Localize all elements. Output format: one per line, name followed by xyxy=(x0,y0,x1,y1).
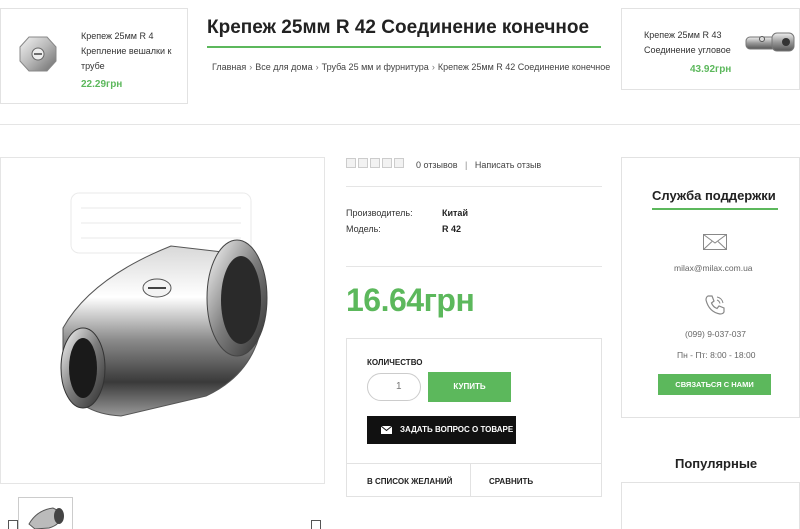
support-title-underline xyxy=(652,208,778,210)
gallery-next-checkbox[interactable] xyxy=(311,520,321,529)
support-email[interactable]: milax@milax.com.ua xyxy=(674,263,753,273)
breadcrumb-home[interactable]: Главная xyxy=(212,62,246,72)
prev-product-image[interactable] xyxy=(17,33,59,75)
product-image-box[interactable] xyxy=(0,157,325,484)
breadcrumb-pipe-25mm[interactable]: Труба 25 мм и фурнитура xyxy=(322,62,429,72)
support-title: Служба поддержки xyxy=(652,188,776,203)
model-label: Модель: xyxy=(346,224,381,234)
next-product-image[interactable] xyxy=(744,29,798,57)
purchase-box: КОЛИЧЕСТВО 1 КУПИТЬ ЗАДАТЬ ВОПРОС О ТОВА… xyxy=(346,338,602,497)
product-main-image[interactable] xyxy=(1,158,324,483)
ask-question-button[interactable]: ЗАДАТЬ ВОПРОС О ТОВАРЕ xyxy=(367,416,516,444)
prev-product-card[interactable]: Крепеж 25мм R 4 Крепление вешалки к труб… xyxy=(0,8,188,104)
quantity-input[interactable]: 1 xyxy=(367,373,421,401)
header-divider xyxy=(0,124,800,125)
support-hours: Пн - Пт: 8:00 - 18:00 xyxy=(677,350,756,360)
next-product-card[interactable]: Крепеж 25мм R 43 Соединение угловое 43.9… xyxy=(621,8,800,90)
product-thumbnail[interactable] xyxy=(18,497,73,529)
star-icon xyxy=(370,158,380,168)
reviews-count-link[interactable]: 0 отзывов xyxy=(416,160,458,170)
support-card: Служба поддержки milax@milax.com.ua (099… xyxy=(621,157,800,418)
buy-button[interactable]: КУПИТЬ xyxy=(428,372,511,402)
envelope-icon xyxy=(381,426,392,434)
popular-title: Популярные xyxy=(675,456,758,471)
breadcrumb-all-for-home[interactable]: Все для дома xyxy=(255,62,312,72)
next-product-price: 43.92грн xyxy=(690,64,732,75)
next-product-name[interactable]: Крепеж 25мм R 43 Соединение угловое xyxy=(644,28,731,58)
contact-us-button[interactable]: СВЯЗАТЬСЯ С НАМИ xyxy=(658,374,771,395)
mail-icon xyxy=(703,234,727,250)
product-price: 16.64грн xyxy=(346,282,475,318)
manufacturer-label: Производитель: xyxy=(346,208,413,218)
quantity-label: КОЛИЧЕСТВО xyxy=(367,358,423,367)
rating-stars xyxy=(346,158,404,168)
popular-card xyxy=(621,482,800,529)
ask-question-label: ЗАДАТЬ ВОПРОС О ТОВАРЕ xyxy=(400,425,514,434)
compare-link[interactable]: СРАВНИТЬ xyxy=(489,477,533,486)
prev-product-price: 22.29грн xyxy=(81,79,123,90)
star-icon xyxy=(394,158,404,168)
divider xyxy=(470,463,471,497)
prev-product-name[interactable]: Крепеж 25мм R 4 Крепление вешалки к труб… xyxy=(81,29,171,74)
star-icon xyxy=(382,158,392,168)
write-review-link[interactable]: Написать отзыв xyxy=(475,160,541,170)
page-title: Крепеж 25мм R 42 Соединение конечное xyxy=(207,17,590,38)
divider xyxy=(346,266,602,267)
thumbnail-image[interactable] xyxy=(19,498,72,529)
manufacturer-value[interactable]: Китай xyxy=(442,208,468,218)
gallery-prev-checkbox[interactable] xyxy=(8,520,18,529)
title-underline xyxy=(207,46,601,48)
divider xyxy=(346,186,602,187)
phone-icon xyxy=(705,295,725,315)
divider xyxy=(347,463,601,464)
reviews-row: 0 отзывов | Написать отзыв xyxy=(416,160,542,170)
add-to-wishlist-link[interactable]: В СПИСОК ЖЕЛАНИЙ xyxy=(367,477,452,486)
model-value: R 42 xyxy=(442,224,462,234)
breadcrumb: Главная › Все для дома › Труба 25 мм и фурни… xyxy=(212,62,611,72)
star-icon xyxy=(358,158,368,168)
breadcrumb-current[interactable]: Крепеж 25мм R 42 Соединение конечное xyxy=(438,62,610,72)
star-icon xyxy=(346,158,356,168)
support-phone[interactable]: (099) 9-037-037 xyxy=(685,329,746,339)
